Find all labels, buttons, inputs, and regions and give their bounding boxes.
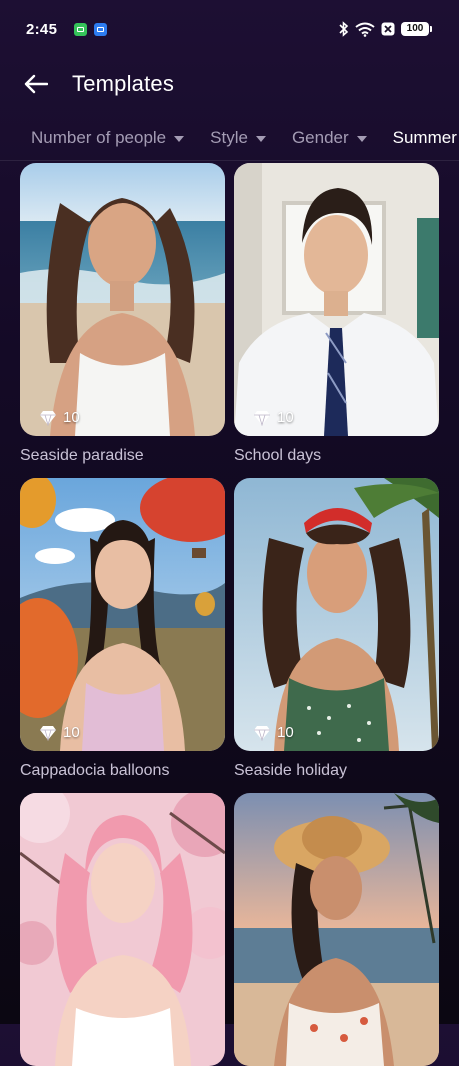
filter-number-of-people[interactable]: Number of people — [31, 128, 185, 148]
template-thumbnail: 10 — [20, 163, 225, 436]
cost-badge: 10 — [253, 409, 294, 426]
template-title: Seaside holiday — [234, 762, 347, 779]
cost-badge: 10 — [253, 724, 294, 741]
filter-label: Number of people — [31, 128, 167, 147]
template-thumbnail: 10 — [234, 478, 439, 751]
diamond-icon — [254, 725, 270, 741]
blossom-portrait-image — [20, 793, 225, 1066]
template-title: School days — [234, 447, 322, 464]
cost-badge: 10 — [39, 409, 80, 426]
back-button[interactable] — [18, 68, 54, 100]
template-card[interactable] — [20, 793, 225, 1066]
holiday-portrait-image — [234, 478, 439, 751]
beach-portrait-image — [20, 163, 225, 436]
status-icons: 100 — [339, 21, 432, 37]
template-card[interactable]: 10 Seaside holiday — [234, 478, 439, 780]
caret-down-icon — [174, 136, 185, 142]
message-notification-icon — [94, 23, 107, 36]
template-thumbnail: 10 — [20, 478, 225, 751]
filter-gender[interactable]: Gender — [292, 128, 367, 148]
diamond-icon — [254, 410, 270, 426]
bluetooth-icon — [339, 21, 349, 37]
arrow-left-icon — [24, 74, 48, 94]
wifi-icon — [355, 22, 375, 37]
filter-label: Style — [210, 128, 248, 147]
cost-value: 10 — [63, 409, 80, 426]
no-sim-icon — [381, 22, 395, 36]
battery-icon: 100 — [401, 22, 432, 36]
sunset-portrait-image — [234, 793, 439, 1066]
filter-summer[interactable]: Summer — [393, 128, 457, 148]
filter-bar: Number of people Style Gender Summer — [0, 116, 459, 160]
template-card[interactable]: 10 School days — [234, 163, 439, 465]
template-card[interactable] — [234, 793, 439, 1066]
cost-value: 10 — [277, 409, 294, 426]
template-title: Cappadocia balloons — [20, 762, 170, 779]
status-bar: 2:45 100 — [0, 0, 459, 60]
caret-down-icon — [255, 136, 266, 142]
filter-label: Gender — [291, 128, 349, 147]
template-card[interactable]: 10 Seaside paradise — [20, 163, 225, 465]
template-card[interactable]: 10 Cappadocia balloons — [20, 478, 225, 780]
filter-label: Summer — [392, 128, 457, 147]
template-thumbnail — [234, 793, 439, 1066]
filter-divider — [0, 160, 459, 161]
diamond-icon — [40, 725, 56, 741]
caret-down-icon — [356, 136, 367, 142]
cost-value: 10 — [63, 724, 80, 741]
status-time: 2:45 — [26, 21, 58, 38]
template-thumbnail — [20, 793, 225, 1066]
cost-badge: 10 — [39, 724, 80, 741]
page-title: Templates — [72, 71, 175, 96]
filter-style[interactable]: Style — [210, 128, 266, 148]
header: Templates — [0, 60, 459, 108]
diamond-icon — [40, 410, 56, 426]
template-title: Seaside paradise — [20, 447, 144, 464]
balloons-portrait-image — [20, 478, 225, 751]
app-notification-icon — [74, 23, 87, 36]
school-portrait-image — [234, 163, 439, 436]
cost-value: 10 — [277, 724, 294, 741]
template-thumbnail: 10 — [234, 163, 439, 436]
